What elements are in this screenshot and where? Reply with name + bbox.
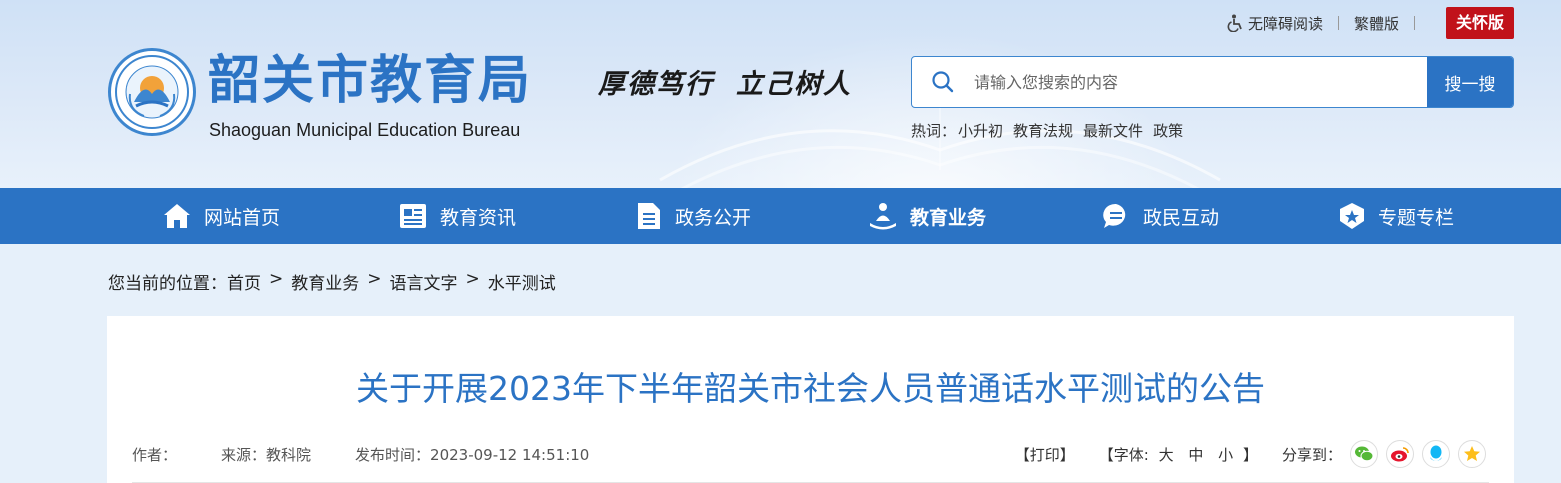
slogan-part-2: 立己树人 <box>736 69 852 100</box>
search-input[interactable] <box>974 57 1427 107</box>
nav-item-special[interactable]: 专题专栏 <box>1338 188 1454 244</box>
print-button[interactable]: 【打印】 <box>1015 444 1075 465</box>
slogan: 厚德笃行 立己树人 <box>598 62 874 101</box>
breadcrumb-separator: > <box>367 269 382 289</box>
nav-item-education[interactable]: 教育业务 <box>868 188 986 244</box>
breadcrumb-item[interactable]: 语言文字 <box>390 269 458 294</box>
accessibility-label: 无障碍阅读 <box>1247 14 1323 33</box>
wheelchair-icon <box>1227 14 1242 32</box>
top-links: 无障碍阅读 繁體版 关怀版 <box>1226 7 1514 39</box>
site-name-english: Shaoguan Municipal Education Bureau <box>209 120 521 140</box>
article: 关于开展2023年下半年韶关市社会人员普通话水平测试的公告 作者： 来源：教科院… <box>107 316 1514 483</box>
care-mode-button[interactable]: 关怀版 <box>1445 7 1514 39</box>
nav-item-interaction[interactable]: 政民互动 <box>1101 188 1219 244</box>
share-label: 分享到： <box>1281 445 1342 464</box>
breadcrumb-separator: > <box>465 269 480 289</box>
site-name[interactable]: 韶关市教育局 <box>208 50 532 112</box>
divider <box>1413 16 1415 30</box>
font-size-large-button[interactable]: 大 <box>1159 446 1174 464</box>
nav-item-government[interactable]: 政务公开 <box>635 188 751 244</box>
hot-words: 热词： 小升初 教育法规 最新文件 政策 <box>911 120 1183 141</box>
chat-icon <box>1101 201 1131 231</box>
header: 韶关市教育局 Shaoguan Municipal Education Bure… <box>0 0 1561 188</box>
search-icon[interactable] <box>912 57 974 107</box>
nav-item-label: 政民互动 <box>1143 206 1220 229</box>
hot-word-link[interactable]: 最新文件 <box>1083 120 1143 141</box>
breadcrumb: 您当前的位置： 首页 > 教育业务 > 语言文字 > 水平测试 <box>108 269 556 294</box>
wechat-icon[interactable] <box>1350 440 1378 468</box>
breadcrumb-separator: > <box>269 269 284 289</box>
article-publish-time: 发布时间：2023-09-12 14:51:10 <box>355 446 590 464</box>
article-author: 作者： <box>132 446 178 464</box>
search-button[interactable]: 搜一搜 <box>1427 57 1513 107</box>
nav-item-news[interactable]: 教育资讯 <box>398 188 516 244</box>
nav-item-label: 教育业务 <box>910 206 987 229</box>
font-size-medium-button[interactable]: 中 <box>1188 446 1203 464</box>
article-meta: 作者： 来源：教科院 发布时间：2023-09-12 14:51:10 <box>132 444 633 465</box>
weibo-icon[interactable] <box>1386 440 1414 468</box>
hot-word-link[interactable]: 政策 <box>1153 120 1183 141</box>
breadcrumb-item[interactable]: 水平测试 <box>488 269 556 294</box>
qq-icon[interactable] <box>1422 440 1450 468</box>
nav-item-label: 教育资讯 <box>440 206 517 229</box>
article-tools: 【打印】 【字体: 大 中 小 】 分享到： <box>1015 440 1486 468</box>
traditional-chinese-link[interactable]: 繁體版 <box>1354 13 1399 34</box>
nav-item-label: 网站首页 <box>204 206 281 229</box>
hot-word-link[interactable]: 教育法规 <box>1013 120 1073 141</box>
font-size-small-button[interactable]: 小 <box>1218 446 1233 464</box>
breadcrumb-item[interactable]: 首页 <box>227 269 261 294</box>
hot-word-link[interactable]: 小升初 <box>958 120 1003 141</box>
nav-item-home[interactable]: 网站首页 <box>162 188 280 244</box>
home-icon <box>162 201 192 231</box>
slogan-part-1: 厚德笃行 <box>598 69 714 100</box>
nav-item-label: 政务公开 <box>675 206 752 229</box>
article-source: 来源：教科院 <box>221 446 312 464</box>
article-title: 关于开展2023年下半年韶关市社会人员普通话水平测试的公告 <box>356 369 1265 408</box>
qzone-icon[interactable] <box>1458 440 1486 468</box>
hot-words-label: 热词： <box>911 122 957 140</box>
document-icon <box>635 201 663 231</box>
accessibility-link[interactable]: 无障碍阅读 <box>1226 13 1323 34</box>
font-size-control: 【字体: 大 中 小 】 <box>1099 444 1258 465</box>
special-badge-icon <box>1338 201 1366 231</box>
main-nav: 网站首页 教育资讯 政务公开 教育业务 政民互动 专题专栏 <box>0 188 1561 244</box>
education-icon <box>868 201 898 231</box>
breadcrumb-item[interactable]: 教育业务 <box>291 269 359 294</box>
font-size-close: 】 <box>1242 445 1258 464</box>
breadcrumb-prefix: 您当前的位置： <box>108 274 227 294</box>
divider <box>1337 16 1339 30</box>
logo-emblem-icon <box>115 55 189 129</box>
search-bar: 搜一搜 <box>911 56 1514 108</box>
font-size-label: 【字体: <box>1098 445 1149 464</box>
logo[interactable] <box>108 48 196 136</box>
news-icon <box>398 201 428 231</box>
nav-item-label: 专题专栏 <box>1378 206 1455 229</box>
